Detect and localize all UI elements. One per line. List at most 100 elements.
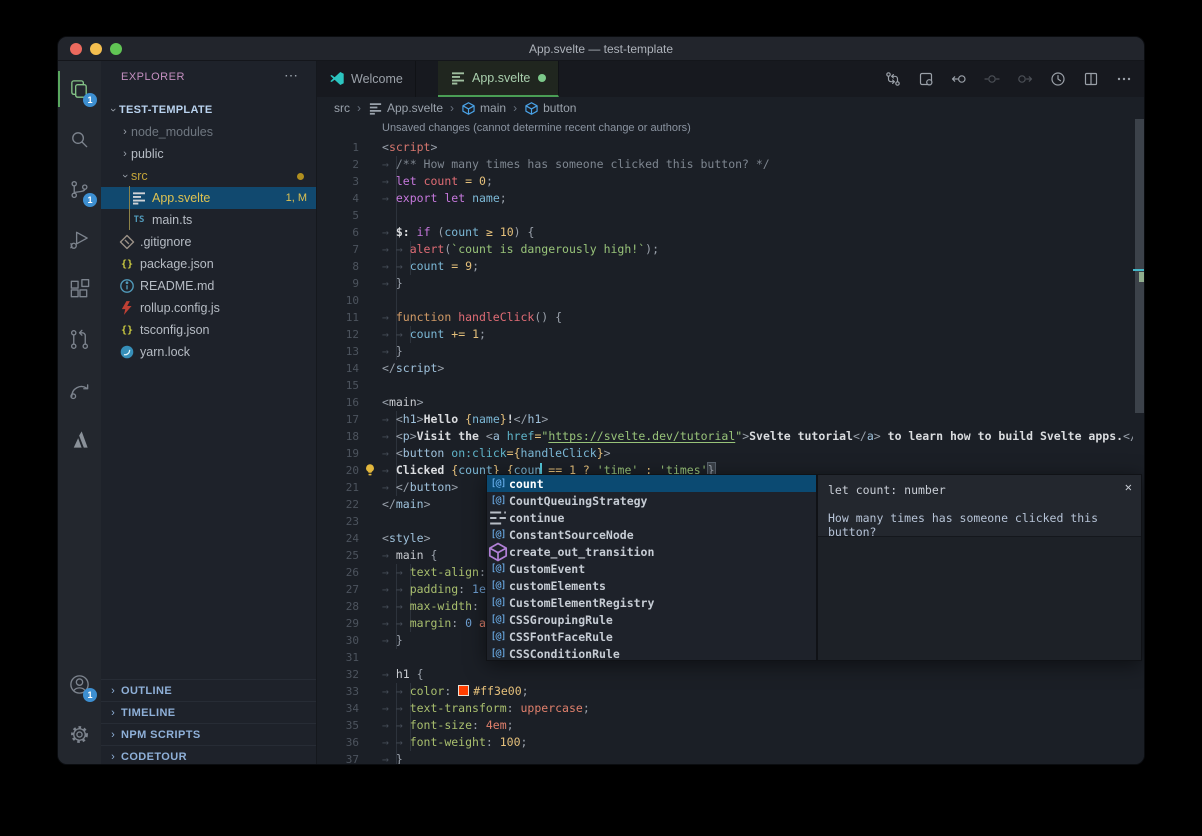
line-number[interactable]: 16 [317, 394, 359, 411]
code-line-30[interactable]: → } [382, 632, 403, 649]
close-icon[interactable]: ✕ [1125, 480, 1132, 494]
explorer-item-node-modules[interactable]: ›node_modules [101, 121, 316, 143]
suggest-item-count[interactable]: [@]count [487, 475, 816, 492]
section-header-timeline[interactable]: ›TIMELINE [101, 701, 316, 724]
code-line-12[interactable]: → → count += 1; [382, 326, 486, 343]
line-number[interactable]: 22 [317, 496, 359, 513]
line-number[interactable]: 25 [317, 547, 359, 564]
code-line-27[interactable]: → → padding: 1em [382, 581, 493, 598]
line-number[interactable]: 28 [317, 598, 359, 615]
line-number[interactable]: 10 [317, 292, 359, 309]
code-line-8[interactable]: → → count = 9; [382, 258, 479, 275]
more-actions-icon[interactable] [1116, 71, 1132, 87]
line-number[interactable]: 7 [317, 241, 359, 258]
suggest-item-countqueuingstrategy[interactable]: [@]CountQueuingStrategy [487, 492, 816, 509]
line-number[interactable]: 37 [317, 751, 359, 765]
azure-icon[interactable] [58, 419, 101, 459]
suggest-item-continue[interactable]: continue [487, 509, 816, 526]
breadcrumb-item-button[interactable]: button [524, 101, 576, 116]
explorer-item-readme-md[interactable]: README.md [101, 275, 316, 297]
tab-app-svelte[interactable]: App.svelte [438, 61, 559, 97]
code-line-11[interactable]: → function handleClick() { [382, 309, 562, 326]
extensions-icon[interactable] [58, 269, 101, 309]
code-line-21[interactable]: → </button> [382, 479, 458, 496]
line-number[interactable]: 27 [317, 581, 359, 598]
breadcrumb-item-main[interactable]: main [461, 101, 506, 116]
line-number[interactable]: 34 [317, 700, 359, 717]
explorer-item-package-json[interactable]: {}package.json [101, 253, 316, 275]
code-line-18[interactable]: → <p>Visit the <a href="https://svelte.d… [382, 428, 1145, 445]
line-number[interactable]: 33 [317, 683, 359, 700]
settings-gear-icon[interactable] [58, 714, 101, 754]
code-line-13[interactable]: → } [382, 343, 403, 360]
code-line-22[interactable]: </main> [382, 496, 431, 513]
explorer-item-test-template[interactable]: ›TEST-TEMPLATE [101, 99, 316, 121]
explorer-item-src[interactable]: ›src [101, 165, 316, 187]
line-number[interactable]: 6 [317, 224, 359, 241]
explorer-item-gitignore[interactable]: .gitignore [101, 231, 316, 253]
line-number[interactable]: 21 [317, 479, 359, 496]
line-number[interactable]: 12 [317, 326, 359, 343]
line-number[interactable]: 31 [317, 649, 359, 666]
code-line-4[interactable]: → export let name; [382, 190, 507, 207]
code-editor[interactable]: Unsaved changes (cannot determine recent… [317, 119, 1145, 765]
code-line-25[interactable]: → main { [382, 547, 437, 564]
search-icon[interactable] [58, 119, 101, 159]
lightbulb-icon[interactable] [363, 463, 377, 478]
suggest-item-customelementregistry[interactable]: [@]CustomElementRegistry [487, 594, 816, 611]
code-line-36[interactable]: → → font-weight: 100; [382, 734, 527, 751]
live-share-icon[interactable] [58, 369, 101, 409]
line-number[interactable]: 32 [317, 666, 359, 683]
code-line-28[interactable]: → → max-width: 2 [382, 598, 493, 615]
scrollbar-thumb[interactable] [1135, 119, 1145, 413]
line-number[interactable]: 29 [317, 615, 359, 632]
code-line-17[interactable]: → <h1>Hello {name}!</h1> [382, 411, 548, 428]
compare-changes-icon[interactable] [885, 71, 901, 87]
run-debug-icon[interactable] [58, 219, 101, 259]
code-line-19[interactable]: → <button on:click={handleClick}> [382, 445, 611, 462]
code-line-34[interactable]: → → text-transform: uppercase; [382, 700, 590, 717]
code-line-1[interactable]: <script> [382, 139, 437, 156]
code-line-16[interactable]: <main> [382, 394, 424, 411]
code-line-26[interactable]: → → text-align: [382, 564, 493, 581]
tab-welcome[interactable]: Welcome [317, 61, 416, 97]
explorer-item-yarn-lock[interactable]: yarn.lock [101, 341, 316, 363]
line-number[interactable]: 35 [317, 717, 359, 734]
code-line-32[interactable]: → h1 { [382, 666, 424, 683]
code-line-33[interactable]: → → color: #ff3e00; [382, 683, 529, 700]
code-line-29[interactable]: → → margin: 0 au [382, 615, 493, 632]
account-icon[interactable]: 1 [58, 664, 101, 704]
explorer-item-rollup-config-js[interactable]: rollup.config.js [101, 297, 316, 319]
code-line-14[interactable]: </script> [382, 360, 444, 377]
line-number[interactable]: 11 [317, 309, 359, 326]
code-line-7[interactable]: → → alert(`count is dangerously high!`); [382, 241, 659, 258]
code-line-24[interactable]: <style> [382, 530, 431, 547]
line-number[interactable]: 23 [317, 513, 359, 530]
line-number[interactable]: 15 [317, 377, 359, 394]
line-number[interactable]: 18 [317, 428, 359, 445]
explorer-more-actions-icon[interactable]: ⋯ [284, 67, 298, 84]
line-number[interactable]: 4 [317, 190, 359, 207]
suggest-item-cssgroupingrule[interactable]: [@]CSSGroupingRule [487, 611, 816, 628]
file-history-icon[interactable] [1050, 71, 1066, 87]
line-number[interactable]: 30 [317, 632, 359, 649]
suggest-item-cssfontfacerule[interactable]: [@]CSSFontFaceRule [487, 628, 816, 645]
code-line-9[interactable]: → } [382, 275, 403, 292]
suggest-item-cssconditionrule[interactable]: [@]CSSConditionRule [487, 645, 816, 662]
section-header-npm-scripts[interactable]: ›NPM SCRIPTS [101, 723, 316, 746]
line-number[interactable]: 20 [317, 462, 359, 479]
suggest-item-constantsourcenode[interactable]: [@]ConstantSourceNode [487, 526, 816, 543]
explorer-item-main-ts[interactable]: TSmain.ts [101, 209, 316, 231]
suggest-item-create-out-transition[interactable]: create_out_transition [487, 543, 816, 560]
line-number[interactable]: 1 [317, 139, 359, 156]
line-number[interactable]: 9 [317, 275, 359, 292]
navigate-back-icon[interactable] [951, 71, 967, 87]
line-number[interactable]: 36 [317, 734, 359, 751]
explorer-item-app-svelte[interactable]: App.svelte1, M [101, 187, 316, 209]
breadcrumb-item-src[interactable]: src [334, 101, 350, 115]
next-change-icon[interactable] [1017, 71, 1033, 87]
code-line-37[interactable]: → } [382, 751, 403, 765]
line-number[interactable]: 13 [317, 343, 359, 360]
breadcrumb-item-app-svelte[interactable]: App.svelte [368, 101, 443, 116]
explorer-item-tsconfig-json[interactable]: {}tsconfig.json [101, 319, 316, 341]
